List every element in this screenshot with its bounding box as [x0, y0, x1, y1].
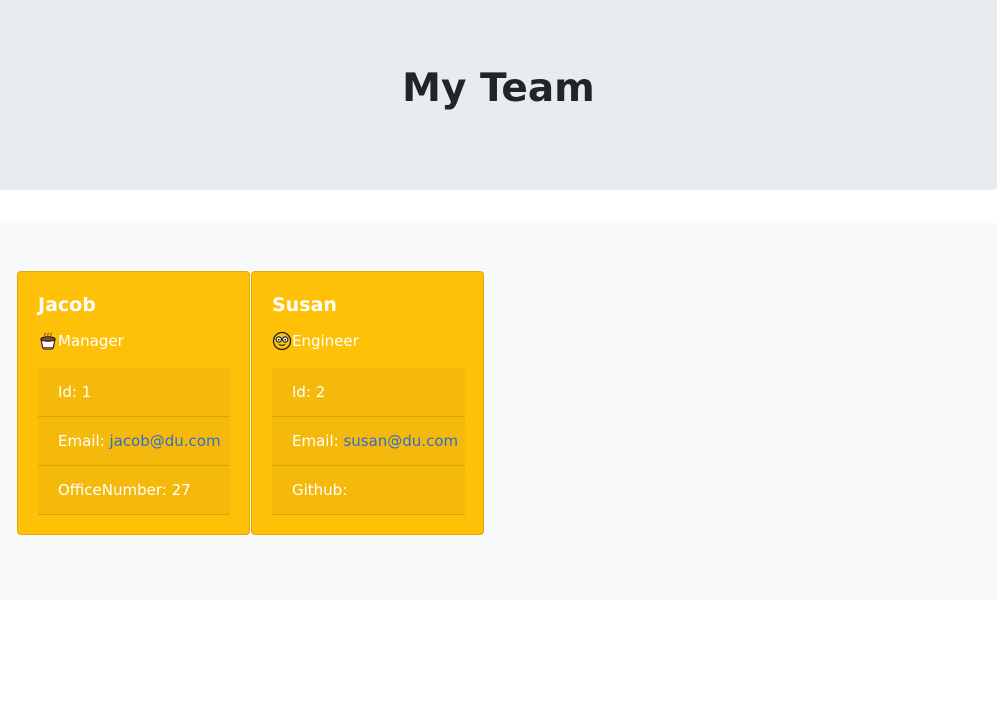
coffee-cup-icon — [38, 331, 58, 351]
email-link[interactable]: jacob@du.com — [109, 432, 220, 450]
employee-id: Id: 2 — [272, 368, 465, 417]
team-section: Jacob Manager Id: 1 Email: jacob@du.com … — [0, 223, 997, 600]
employee-role: Engineer — [272, 330, 359, 352]
role-label: Manager — [58, 332, 124, 350]
employee-card-engineer: Susan Engineer Id: 2 Email: susan@du.com… — [251, 271, 484, 535]
employee-name: Jacob — [38, 294, 96, 316]
employee-details: Id: 2 Email: susan@du.com Github: — [272, 368, 465, 515]
page-title: My Team — [402, 66, 595, 111]
employee-name: Susan — [272, 294, 337, 316]
employee-github: Github: — [272, 466, 465, 515]
employee-id: Id: 1 — [38, 368, 230, 417]
email-label: Email: — [58, 432, 110, 450]
employee-role: Manager — [38, 330, 124, 352]
email-label: Email: — [292, 432, 344, 450]
employee-email-row: Email: jacob@du.com — [38, 417, 230, 466]
glasses-face-icon — [272, 331, 292, 351]
employee-card-manager: Jacob Manager Id: 1 Email: jacob@du.com … — [17, 271, 250, 535]
employee-email-row: Email: susan@du.com — [272, 417, 465, 466]
employee-details: Id: 1 Email: jacob@du.com OfficeNumber: … — [38, 368, 230, 515]
page-header: My Team — [0, 0, 997, 190]
employee-office-number: OfficeNumber: 27 — [38, 466, 230, 515]
role-label: Engineer — [292, 332, 359, 350]
email-link[interactable]: susan@du.com — [343, 432, 458, 450]
